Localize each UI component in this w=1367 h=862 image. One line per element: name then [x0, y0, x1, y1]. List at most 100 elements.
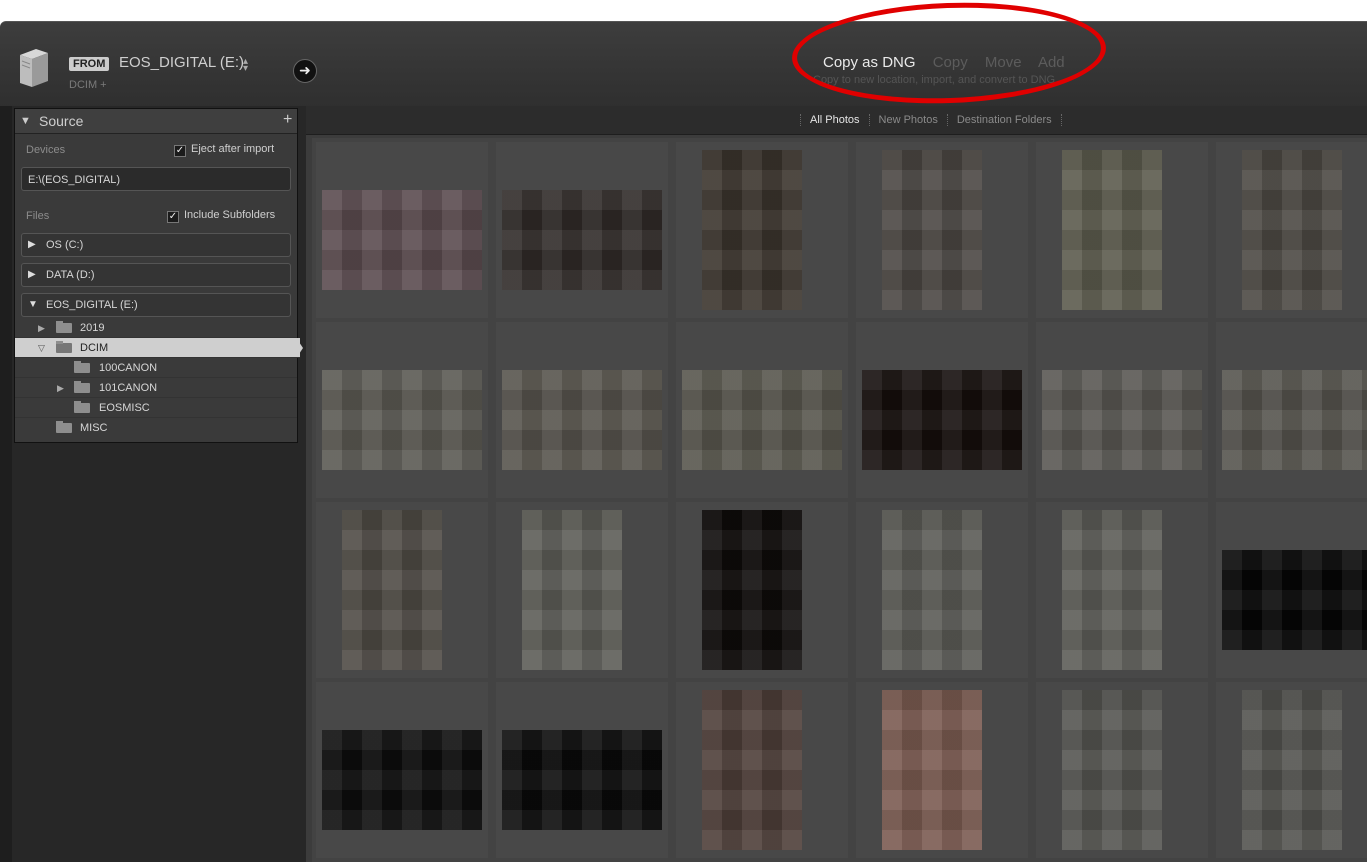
photo-thumbnail-cell[interactable]	[496, 682, 668, 858]
photo-thumbnail[interactable]	[1062, 510, 1162, 670]
photo-thumbnail-cell[interactable]	[1036, 502, 1208, 678]
photo-thumbnail[interactable]	[322, 730, 482, 830]
expand-triangle-icon[interactable]: ▶	[57, 378, 64, 398]
photo-thumbnail[interactable]	[522, 510, 622, 670]
photo-thumbnail[interactable]	[862, 370, 1022, 470]
arrow-right-icon[interactable]: ➜	[293, 59, 317, 83]
photo-thumbnail-cell[interactable]	[1216, 682, 1367, 858]
photo-thumbnail[interactable]	[502, 190, 662, 290]
photo-thumbnail-cell[interactable]	[316, 322, 488, 498]
drive-icon[interactable]	[16, 47, 50, 89]
photo-thumbnail[interactable]	[1242, 150, 1342, 310]
photo-thumbnail[interactable]	[1242, 690, 1342, 850]
folder-icon	[56, 321, 72, 333]
include-subfolders-checkbox[interactable]: ✓ Include Subfolders	[167, 209, 275, 223]
drive-label: OS (C:)	[46, 239, 84, 251]
source-device-selector[interactable]: EOS_DIGITAL (E:)	[119, 54, 244, 71]
photo-thumbnail[interactable]	[1222, 370, 1367, 470]
photo-thumbnail[interactable]	[502, 730, 662, 830]
photo-thumbnail-cell[interactable]	[676, 502, 848, 678]
folder-icon	[74, 381, 90, 393]
photo-thumbnail-cell[interactable]	[856, 682, 1028, 858]
photo-thumbnail-cell[interactable]	[1036, 322, 1208, 498]
mode-description: Copy to new location, import, and conver…	[813, 74, 1056, 86]
photo-thumbnail-cell[interactable]	[676, 322, 848, 498]
updown-arrows-icon[interactable]: ▴ ▾	[243, 57, 248, 74]
import-header: FROM EOS_DIGITAL (E:) ▴ ▾ DCIM + ➜ Copy a…	[0, 21, 1367, 107]
photo-thumbnail-cell[interactable]	[856, 322, 1028, 498]
checkmark-icon[interactable]: ✓	[167, 211, 179, 223]
collapse-triangle-icon[interactable]: ▼	[28, 294, 38, 316]
photo-thumbnail[interactable]	[1062, 150, 1162, 310]
photo-thumbnail[interactable]	[322, 370, 482, 470]
folder-label: 2019	[80, 322, 105, 334]
mode-copy[interactable]: Copy	[933, 54, 968, 71]
photo-thumbnail[interactable]	[702, 690, 802, 850]
checkmark-icon[interactable]: ✓	[174, 145, 186, 157]
photo-thumbnail-cell[interactable]	[1216, 322, 1367, 498]
files-label: Files	[26, 210, 50, 222]
photo-thumbnail[interactable]	[502, 370, 662, 470]
mode-copy-as-dng[interactable]: Copy as DNG	[823, 54, 916, 71]
photo-thumbnail-cell[interactable]	[1216, 142, 1367, 318]
photo-thumbnail-cell[interactable]	[676, 682, 848, 858]
eject-after-import-checkbox[interactable]: ✓ Eject after import	[174, 143, 274, 157]
import-mode-selector: Copy as DNG Copy Move Add	[823, 54, 1078, 71]
folder-row-misc[interactable]: MISC	[15, 418, 297, 438]
selection-pointer	[297, 339, 303, 357]
photo-thumbnail-cell[interactable]	[316, 682, 488, 858]
mode-move[interactable]: Move	[985, 54, 1022, 71]
photo-thumbnail[interactable]	[1062, 690, 1162, 850]
source-panel-header[interactable]: ▼ Source +	[15, 109, 297, 134]
photo-thumbnail[interactable]	[702, 150, 802, 310]
drive-eos-digital-e[interactable]: ▼ EOS_DIGITAL (E:)	[21, 293, 291, 317]
folder-row-100canon[interactable]: 100CANON	[15, 358, 297, 378]
expand-triangle-icon[interactable]: ▶	[28, 234, 36, 256]
photo-thumbnail-cell[interactable]	[316, 502, 488, 678]
source-panel: ▼ Source + Devices ✓ Eject after import E…	[14, 108, 300, 443]
photo-thumbnail[interactable]	[322, 190, 482, 290]
drive-data-d[interactable]: ▶ DATA (D:)	[21, 263, 291, 287]
expand-triangle-icon[interactable]: ▶	[38, 318, 45, 338]
expand-triangle-icon[interactable]: ▶	[28, 264, 36, 286]
folder-icon	[74, 361, 90, 373]
tab-destination-folders[interactable]: Destination Folders	[946, 114, 1061, 126]
folder-icon	[56, 421, 72, 433]
add-source-icon[interactable]: +	[283, 111, 292, 129]
photo-thumbnail-cell[interactable]	[856, 142, 1028, 318]
photo-thumbnail-cell[interactable]	[496, 502, 668, 678]
mode-add[interactable]: Add	[1038, 54, 1065, 71]
photo-thumbnail-cell[interactable]	[496, 322, 668, 498]
collapse-triangle-icon[interactable]: ▽	[38, 338, 45, 358]
photo-thumbnail[interactable]	[1042, 370, 1202, 470]
folder-row-101canon[interactable]: ▶ 101CANON	[15, 378, 297, 398]
folder-row-dcim[interactable]: ▽ DCIM	[15, 338, 300, 358]
photo-thumbnail-cell[interactable]	[856, 502, 1028, 678]
thumbnail-grid	[312, 138, 1367, 862]
photo-thumbnail[interactable]	[342, 510, 442, 670]
sidebar-edge	[0, 106, 12, 862]
tab-new-photos[interactable]: New Photos	[868, 114, 947, 126]
devices-label: Devices	[26, 144, 66, 156]
photo-thumbnail-cell[interactable]	[1036, 142, 1208, 318]
photo-thumbnail-cell[interactable]	[1036, 682, 1208, 858]
photo-thumbnail[interactable]	[702, 510, 802, 670]
drive-os-c[interactable]: ▶ OS (C:)	[21, 233, 291, 257]
photo-thumbnail[interactable]	[882, 150, 982, 310]
photo-thumbnail[interactable]	[682, 370, 842, 470]
folder-row-2019[interactable]: ▶ 2019	[15, 318, 297, 338]
photo-thumbnail[interactable]	[1222, 550, 1367, 650]
photo-thumbnail-cell[interactable]	[676, 142, 848, 318]
photo-thumbnail-cell[interactable]	[1216, 502, 1367, 678]
source-path-label[interactable]: DCIM +	[69, 79, 107, 91]
folder-row-eosmisc[interactable]: EOSMISC	[15, 398, 297, 418]
collapse-triangle-icon[interactable]: ▼	[20, 115, 31, 127]
device-path-field[interactable]: E:\(EOS_DIGITAL)	[21, 167, 291, 191]
drive-label: EOS_DIGITAL (E:)	[46, 299, 138, 311]
photo-thumbnail-cell[interactable]	[316, 142, 488, 318]
tab-all-photos[interactable]: All Photos	[800, 114, 869, 126]
photo-thumbnail[interactable]	[882, 690, 982, 850]
photo-grid-area: All Photos New Photos Destination Folders	[306, 106, 1367, 862]
photo-thumbnail[interactable]	[882, 510, 982, 670]
photo-thumbnail-cell[interactable]	[496, 142, 668, 318]
